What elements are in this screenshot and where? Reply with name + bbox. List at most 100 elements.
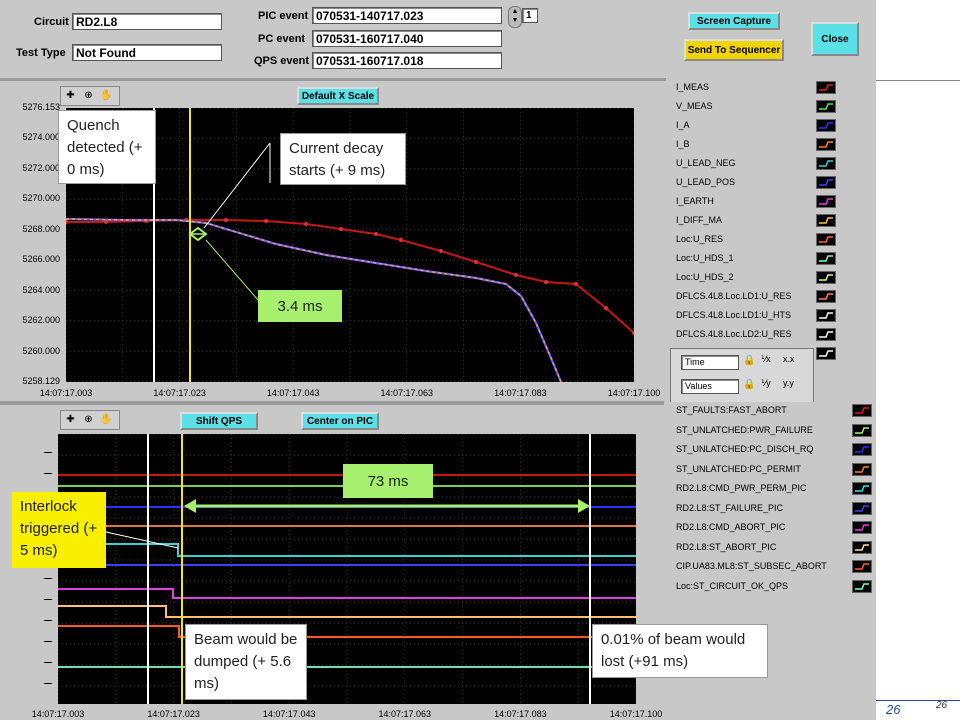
right-margin-rule	[876, 80, 960, 81]
pic-index-spinner[interactable]: ▲ ▼	[508, 6, 522, 28]
legend-swatch[interactable]	[816, 100, 836, 113]
legend-item: DFLCS.4L8.Loc.LD2:U_RES	[676, 329, 792, 339]
legend-item: ST_FAULTS:FAST_ABORT	[676, 405, 787, 415]
legend-swatch[interactable]	[852, 404, 872, 417]
legend-item: RD2.L8:CMD_ABORT_PIC	[676, 522, 786, 532]
legend-swatch[interactable]	[816, 214, 836, 227]
y-tick-mark	[44, 620, 52, 621]
y-tick-mark	[44, 683, 52, 684]
legend-swatch[interactable]	[852, 501, 872, 515]
center-on-pic-button[interactable]: Center on PIC	[301, 412, 379, 430]
legend-swatch[interactable]	[816, 119, 836, 132]
delta-time-note: 3.4 ms	[258, 290, 342, 322]
y-tick-label: 5260.000	[22, 345, 60, 356]
y-tick-mark	[44, 473, 52, 474]
x-tick-label: 14:07:17.063	[380, 388, 434, 398]
legend-swatch[interactable]	[852, 540, 872, 554]
legend-item: DFLCS.4L8.Loc.LD1:U_HTS	[676, 310, 792, 320]
y-tick-label: 5274.000	[22, 132, 60, 143]
y-tick-label: 5270.000	[22, 193, 60, 204]
legend-item: CIP.UA83.ML8:ST_SUBSEC_ABORT	[676, 561, 827, 571]
series-i-meas-point	[439, 249, 443, 253]
legend-item: Loc:U_HDS_1	[676, 253, 734, 263]
legend-swatch[interactable]	[816, 233, 836, 246]
circuit-field[interactable]: RD2.L8	[72, 13, 222, 30]
legend-swatch[interactable]	[816, 347, 836, 360]
zoom-cross-icon[interactable]: ✚	[63, 413, 78, 426]
legend-swatch[interactable]	[852, 579, 872, 593]
legend-swatch[interactable]	[816, 252, 836, 265]
legend-swatch[interactable]	[816, 138, 836, 151]
send-to-sequencer-button[interactable]: Send To Sequencer	[684, 39, 784, 61]
cursor-precision-icon[interactable]: x.x	[783, 354, 795, 364]
legend-swatch[interactable]	[852, 482, 872, 495]
cursor-box: Time 🔒 ⅟x x.x Values 🔒 ⅟y y.y	[670, 348, 814, 404]
y-tick-mark	[44, 662, 52, 663]
series-i-meas-point	[374, 232, 378, 236]
testtype-field[interactable]: Not Found	[72, 44, 222, 61]
pic-event-field[interactable]: 070531-140717.023	[312, 7, 502, 24]
pic-event-label: PIC event	[258, 10, 309, 22]
current-decay-note: Current decay starts (+ 9 ms)	[280, 133, 406, 185]
y-tick-label: 5268.000	[22, 223, 60, 234]
pan-hand-icon[interactable]: ✋	[99, 89, 114, 102]
legend-item: ST_UNLATCHED:PWR_FAILURE	[676, 424, 813, 435]
screen-capture-button[interactable]: Screen Capture	[688, 12, 780, 30]
x-tick-label: 14:07:17.083	[494, 709, 547, 719]
y-tick-label: 5266.000	[22, 254, 60, 265]
series-i-meas-point	[514, 273, 518, 277]
x-tick-label: 14:07:17.100	[609, 709, 663, 719]
shift-qps-button[interactable]: Shift QPS	[180, 412, 258, 430]
legend-swatch[interactable]	[852, 462, 872, 476]
testtype-label: Test Type	[16, 47, 66, 59]
legend-item: RD2.L8:ST_FAILURE_PIC	[676, 502, 784, 513]
legend-swatch[interactable]	[852, 521, 872, 534]
legend-swatch[interactable]	[852, 443, 872, 456]
y-tick-label: 5262.000	[22, 315, 60, 326]
legend-swatch[interactable]	[852, 560, 872, 573]
legend-item: I_MEAS	[676, 82, 710, 92]
pic-index-field[interactable]: 1	[522, 8, 538, 23]
cursor-precision-icon[interactable]: y.y	[783, 378, 794, 388]
legend-item: Loc:U_HDS_2	[676, 272, 734, 282]
zoom-cross-icon[interactable]: ✚	[63, 89, 78, 102]
cursor-lock-icon[interactable]: 🔒	[743, 355, 755, 366]
legend-item: ST_UNLATCHED:PC_DISCH_RQ	[676, 444, 814, 454]
x-tick-label: 14:07:17.003	[39, 388, 93, 398]
legend-swatch[interactable]	[816, 157, 836, 170]
cursor-values-field[interactable]: Values	[681, 379, 739, 394]
legend-item: U_LEAD_NEG	[676, 158, 736, 168]
legend-swatch[interactable]	[816, 271, 836, 284]
legend-swatch[interactable]	[816, 176, 836, 189]
legend-swatch[interactable]	[852, 423, 872, 437]
legend-item: I_EARTH	[676, 196, 714, 206]
beam-dumped-note: Beam would be dumped (+ 5.6 ms)	[185, 624, 307, 700]
page-number-small: 26	[936, 700, 948, 711]
close-button[interactable]: Close	[811, 22, 859, 56]
y-tick-label: 5272.000	[22, 162, 60, 173]
sig-subsec-abort	[58, 625, 636, 638]
zoom-magnify-icon[interactable]: ⊕	[81, 413, 96, 426]
legend-swatch[interactable]	[816, 81, 836, 94]
default-x-scale-button[interactable]: Default X Scale	[297, 87, 379, 105]
legend-swatch[interactable]	[816, 309, 836, 322]
cursor-format-icon[interactable]: ⅟y	[761, 378, 771, 389]
legend-item: Loc:U_RES	[676, 234, 724, 244]
legend-swatch[interactable]	[816, 195, 836, 208]
pan-hand-icon[interactable]: ✋	[99, 413, 114, 426]
legend-swatch[interactable]	[816, 328, 836, 341]
span-arrow-left	[184, 499, 196, 513]
cursor-time-field[interactable]: Time	[681, 355, 739, 370]
footer-bar	[876, 700, 960, 701]
zoom-magnify-icon[interactable]: ⊕	[81, 89, 96, 102]
qps-event-field[interactable]: 070531-160717.018	[312, 52, 502, 69]
series-i-meas-point	[339, 227, 343, 231]
pc-event-field[interactable]: 070531-160717.040	[312, 30, 502, 47]
legend-swatch[interactable]	[816, 290, 836, 303]
legend-item: I_A	[676, 120, 690, 130]
cursor-lock-icon[interactable]: 🔒	[743, 379, 755, 390]
legend-item: RD2.L8:ST_ABORT_PIC	[676, 541, 777, 552]
cursor-format-icon[interactable]: ⅟x	[761, 354, 771, 365]
legend-item: I_DIFF_MA	[676, 215, 723, 225]
legend-item: I_B	[676, 139, 690, 149]
